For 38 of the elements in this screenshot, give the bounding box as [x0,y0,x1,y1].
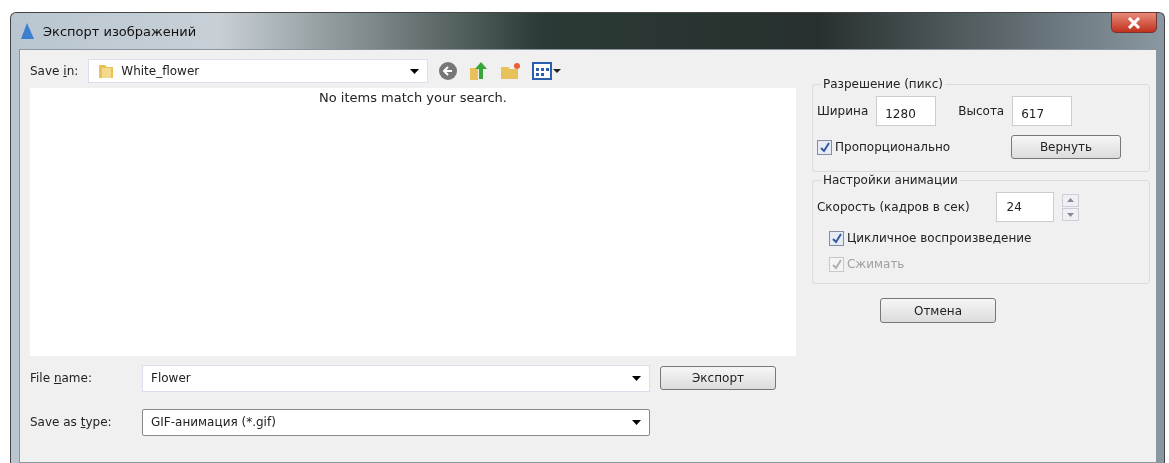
save-as-type-dropdown[interactable]: GIF-анимация (*.gif) [142,408,650,436]
checkmark-icon [819,141,830,153]
width-label: Ширина [817,104,869,118]
spin-up-icon[interactable] [1061,193,1079,207]
save-in-dropdown[interactable]: White_flower [88,59,429,83]
checkmark-icon [831,258,842,270]
save-as-type-label: Save as type: [30,415,113,429]
speed-label: Скорость (кадров в сек) [817,200,970,214]
group-title: Настройки анимации [821,173,960,187]
save-in-label: Save in: [30,64,79,78]
close-icon [1127,16,1141,29]
proportional-checkbox[interactable]: Пропорционально [817,139,951,155]
app-icon [19,22,35,40]
file-name-field[interactable]: Flower [142,364,650,392]
window-title: Экспорт изображений [43,23,197,39]
spin-down-icon[interactable] [1061,207,1079,221]
height-field[interactable]: 617 [1012,96,1073,126]
new-folder-icon[interactable] [500,61,523,81]
caret-icon [632,375,641,381]
caret-icon [632,419,641,425]
back-icon[interactable] [438,61,459,81]
group-title: Разрешение (пикс) [821,77,945,91]
caret-icon [410,68,420,74]
width-field[interactable]: 1280 [876,96,937,126]
empty-message: No items match your search. [319,90,507,106]
option-checkbox[interactable]: Цикличное воспроизведение [829,225,1143,251]
spin-buttons[interactable] [1061,193,1079,221]
file-list[interactable]: No items match your search. [30,88,796,356]
view-menu-icon[interactable] [532,61,563,81]
reset-button[interactable]: Вернуть [1011,135,1121,159]
file-name-label: File name: [30,371,93,385]
cancel-button[interactable]: Отмена [880,298,996,323]
export-button[interactable]: Экспорт [660,366,776,390]
folder-icon [97,62,116,80]
speed-field[interactable]: 24 [995,192,1054,222]
close-button[interactable] [1111,12,1157,33]
checkmark-icon [831,232,842,244]
height-label: Высота [958,104,1005,118]
